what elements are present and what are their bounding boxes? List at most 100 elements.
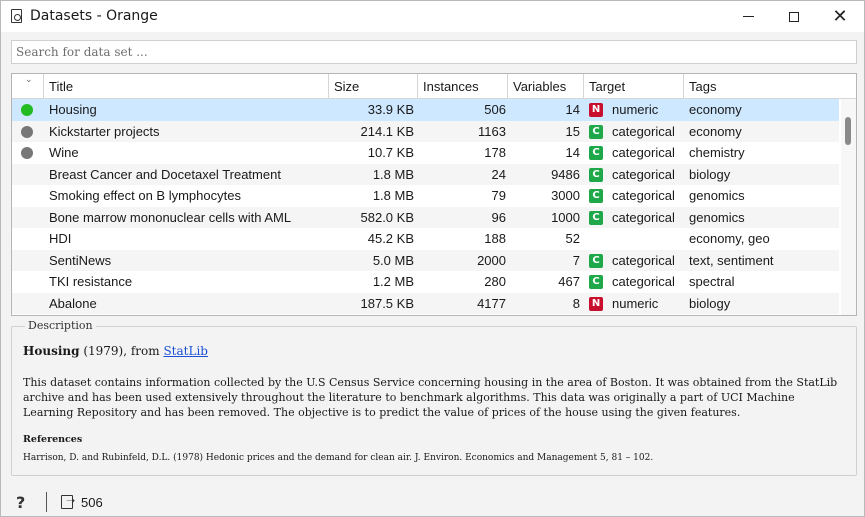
row-target: categorical bbox=[612, 123, 675, 139]
table-row[interactable]: Breast Cancer and Docetaxel Treatment 1.8… bbox=[12, 163, 839, 185]
row-size: 5.0 MB bbox=[372, 252, 414, 268]
row-target: categorical bbox=[612, 166, 675, 182]
output-icon bbox=[61, 494, 75, 509]
row-target: categorical bbox=[612, 209, 675, 225]
window-title: Datasets - Orange bbox=[30, 8, 158, 24]
row-size: 10.7 KB bbox=[367, 145, 414, 160]
row-tags: genomics bbox=[689, 188, 745, 203]
table-row[interactable]: Abalone 187.5 KB 4177 8 Nnumeric biology bbox=[12, 292, 839, 314]
row-size: 187.5 KB bbox=[360, 295, 415, 311]
row-variables: 1000 bbox=[551, 209, 580, 225]
row-tags: chemistry bbox=[689, 145, 745, 160]
table-row[interactable]: TKI resistance 1.2 MB 280 467 Ccategorical sp… bbox=[12, 271, 839, 293]
row-title: Bone marrow mononuclear cells with AML bbox=[49, 209, 292, 225]
row-title: Abalone bbox=[49, 295, 97, 311]
row-instances: 4177 bbox=[477, 295, 506, 311]
row-instances: 1163 bbox=[478, 123, 506, 139]
row-instances: 188 bbox=[484, 231, 506, 246]
row-variables: 467 bbox=[558, 274, 580, 289]
column-header-target[interactable]: Target bbox=[584, 74, 684, 99]
row-variables: 7 bbox=[572, 252, 580, 268]
row-tags: biology bbox=[689, 166, 731, 182]
row-title: Housing bbox=[49, 102, 97, 117]
table-row[interactable]: Wine 10.7 KB 178 14 Ccategorical chemistry bbox=[12, 142, 839, 164]
minimize-button[interactable] bbox=[725, 1, 771, 32]
row-variables: 52 bbox=[565, 231, 580, 246]
row-target: categorical bbox=[612, 274, 675, 289]
target-type-icon: C bbox=[589, 167, 603, 182]
table-body: Housing 33.9 KB 506 14 Nnumeric economy Kickst… bbox=[12, 99, 839, 314]
row-instances: 2000 bbox=[477, 252, 506, 268]
status-dot-icon bbox=[21, 104, 33, 116]
row-title: Wine bbox=[49, 145, 79, 160]
row-title: Smoking effect on B lymphocytes bbox=[49, 188, 241, 203]
row-instances: 79 bbox=[491, 188, 506, 203]
close-icon: ✕ bbox=[832, 6, 848, 27]
target-type-icon: C bbox=[589, 275, 603, 289]
references-text: Harrison, D. and Rubinfeld, D.L. (1978) … bbox=[23, 453, 654, 463]
table-row[interactable]: Smoking effect on B lymphocytes 1.8 MB 79 3… bbox=[12, 185, 839, 207]
row-target: categorical bbox=[612, 145, 675, 160]
table-header: ⌄ Title Size Instances Variables Target … bbox=[12, 74, 856, 99]
status-dot-icon bbox=[21, 125, 33, 138]
references-title: References bbox=[23, 434, 83, 445]
maximize-icon bbox=[789, 11, 799, 22]
row-variables: 14 bbox=[565, 102, 580, 117]
maximize-button[interactable] bbox=[771, 1, 817, 32]
table-row[interactable]: SentiNews 5.0 MB 2000 7 Ccategorical text, se… bbox=[12, 249, 839, 271]
row-tags: biology bbox=[689, 295, 731, 311]
row-size: 582.0 KB bbox=[360, 209, 415, 225]
table-row[interactable]: HDI 45.2 KB 188 52 economy, geo bbox=[12, 228, 839, 250]
table-row[interactable]: Bone marrow mononuclear cells with AML 58… bbox=[12, 206, 839, 228]
description-label: Description bbox=[25, 319, 96, 332]
app-icon bbox=[11, 9, 22, 23]
datasets-table: ⌄ Title Size Instances Variables Target … bbox=[11, 73, 857, 316]
target-type-icon: C bbox=[589, 124, 603, 139]
column-header-variables[interactable]: Variables bbox=[508, 74, 584, 99]
column-header-size[interactable]: Size bbox=[329, 74, 418, 99]
row-size: 214.1 KB bbox=[360, 123, 415, 139]
status-dot-icon bbox=[21, 147, 33, 159]
row-instances: 96 bbox=[491, 209, 506, 225]
target-type-icon: N bbox=[589, 296, 603, 311]
search-input[interactable] bbox=[11, 40, 857, 64]
row-title: SentiNews bbox=[49, 252, 112, 268]
description-content: Housing (1979), from StatLib This datase… bbox=[23, 344, 845, 463]
row-instances: 280 bbox=[484, 274, 506, 289]
dataset-name: Housing bbox=[23, 344, 80, 358]
row-title: HDI bbox=[49, 231, 72, 246]
row-title: TKI resistance bbox=[49, 274, 133, 289]
row-variables: 8 bbox=[572, 295, 580, 311]
row-variables: 14 bbox=[565, 145, 580, 160]
row-size: 33.9 KB bbox=[367, 102, 414, 117]
minimize-icon bbox=[742, 16, 754, 17]
row-title: Kickstarter projects bbox=[49, 123, 160, 139]
row-instances: 24 bbox=[491, 166, 506, 182]
dataset-year: (1979), from bbox=[79, 344, 164, 358]
table-row[interactable]: Kickstarter projects 214.1 KB 1163 15 Ccateg… bbox=[12, 120, 839, 142]
target-type-icon: C bbox=[589, 253, 603, 268]
column-header-instances[interactable]: Instances bbox=[418, 74, 508, 99]
vertical-scrollbar[interactable] bbox=[841, 99, 856, 315]
column-header-title[interactable]: Title bbox=[44, 74, 329, 99]
row-target: categorical bbox=[612, 252, 675, 268]
close-button[interactable]: ✕ bbox=[817, 1, 863, 32]
row-instances: 506 bbox=[484, 102, 506, 117]
scrollbar-thumb[interactable] bbox=[845, 117, 851, 145]
row-tags: economy bbox=[689, 123, 742, 139]
row-variables: 3000 bbox=[551, 188, 580, 203]
source-link[interactable]: StatLib bbox=[163, 344, 208, 358]
row-tags: spectral bbox=[689, 274, 735, 289]
description-body: This dataset contains information collec… bbox=[23, 376, 838, 419]
datasets-window: Datasets - Orange ✕ ⌄ Title Size Instanc… bbox=[0, 0, 865, 517]
row-title: Breast Cancer and Docetaxel Treatment bbox=[49, 166, 281, 182]
column-header-tags[interactable]: Tags bbox=[684, 74, 856, 99]
column-header-status[interactable]: ⌄ bbox=[12, 74, 44, 99]
sort-indicator-icon: ⌄ bbox=[25, 75, 33, 85]
description-heading: Housing (1979), from StatLib bbox=[23, 344, 845, 358]
help-icon[interactable]: ? bbox=[16, 493, 25, 512]
row-instances: 178 bbox=[484, 145, 506, 160]
row-tags: economy bbox=[689, 102, 742, 117]
title-bar: Datasets - Orange ✕ bbox=[1, 1, 864, 32]
table-row[interactable]: Housing 33.9 KB 506 14 Nnumeric economy bbox=[12, 99, 839, 121]
